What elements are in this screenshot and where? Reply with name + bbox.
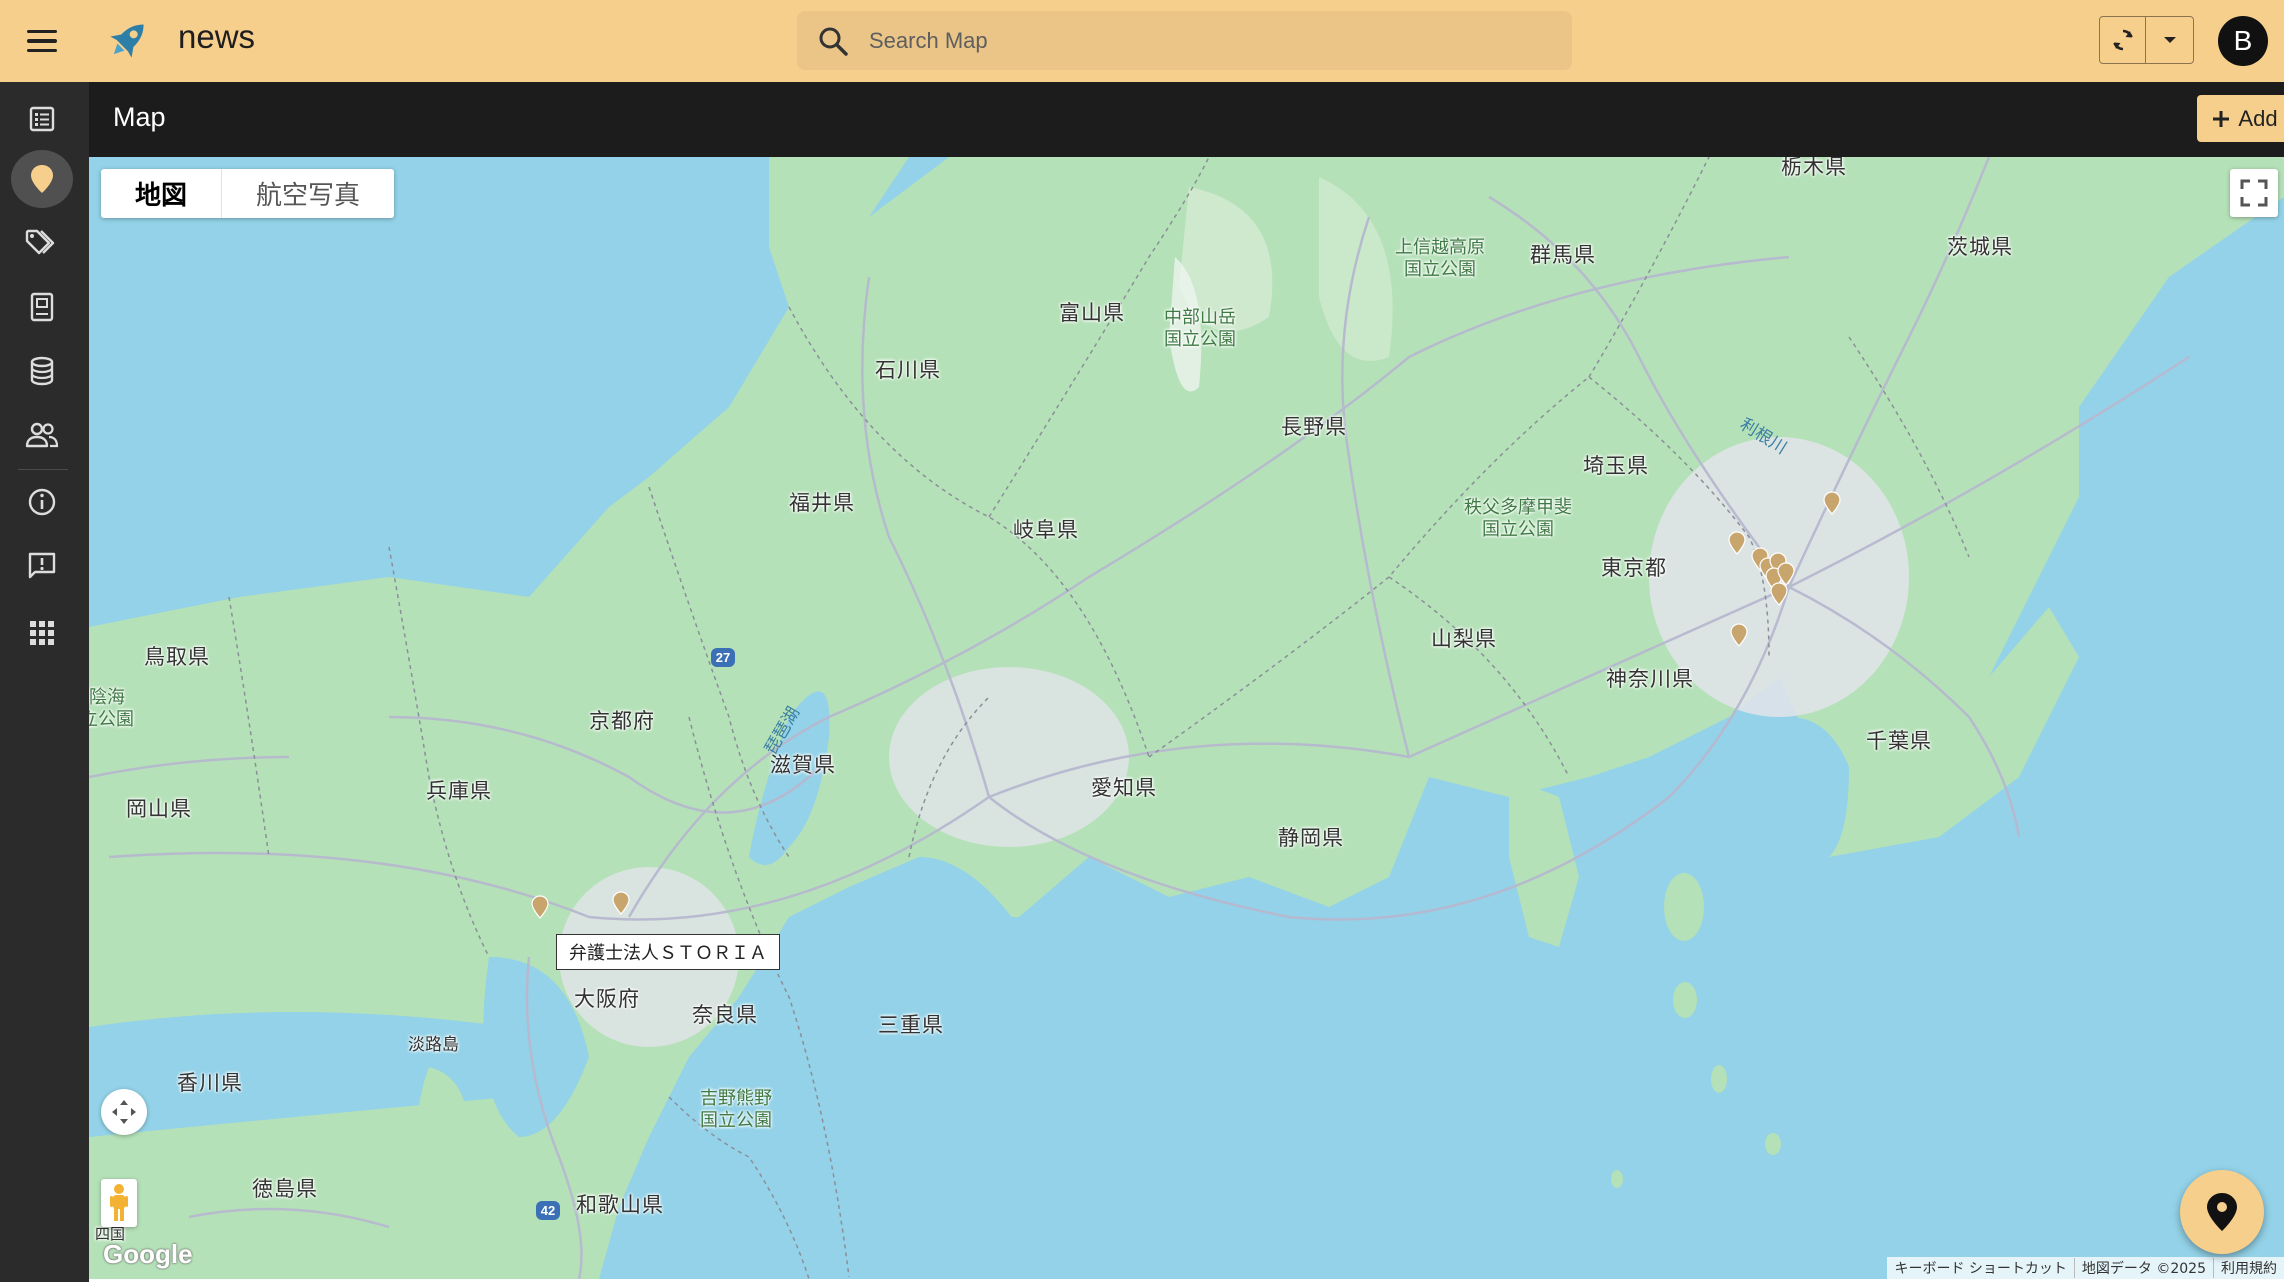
rail-item-info[interactable] xyxy=(10,473,74,531)
map-label: 長野県 xyxy=(1281,415,1347,439)
fullscreen-icon xyxy=(2240,179,2268,207)
map-pin-icon xyxy=(31,165,53,193)
camera-control-button[interactable] xyxy=(101,1089,147,1135)
rail-item-feedback[interactable] xyxy=(10,537,74,595)
menu-icon[interactable] xyxy=(18,18,66,64)
pan-arrows-icon xyxy=(112,1100,136,1124)
map-canvas[interactable]: 栃木県 茨城県 群馬県 上信越高原 国立公園 富山県 中部山岳 国立公園 石川県… xyxy=(89,157,2284,1279)
apps-icon xyxy=(30,621,54,645)
add-button-label: Add xyxy=(2238,105,2278,131)
map-label: 香川県 xyxy=(177,1071,243,1095)
map-label: 岐阜県 xyxy=(1013,518,1079,542)
map-label: 徳島県 xyxy=(252,1177,318,1201)
page-header: Map Add xyxy=(89,82,2284,157)
map-label-park: 山陰海 国立公園 xyxy=(89,687,134,730)
database-icon xyxy=(30,356,54,386)
map-label: 栃木県 xyxy=(1781,157,1847,179)
map-label-park: 上信越高原 国立公園 xyxy=(1395,237,1485,280)
sync-button-group xyxy=(2099,16,2194,64)
sync-button[interactable] xyxy=(2100,17,2146,63)
keyboard-shortcuts-link[interactable]: キーボード ショートカット xyxy=(1887,1258,2073,1278)
map-label: 埼玉県 xyxy=(1583,454,1649,478)
street-view-pegman[interactable] xyxy=(101,1179,137,1227)
map-marker[interactable] xyxy=(1730,623,1748,647)
map-label: 和歌山県 xyxy=(576,1193,664,1217)
users-icon xyxy=(25,422,59,448)
rail-item-users[interactable] xyxy=(10,406,74,464)
side-nav-rail xyxy=(0,82,89,1282)
avatar[interactable]: B xyxy=(2218,16,2268,66)
book-icon xyxy=(30,292,54,322)
google-logo: Google xyxy=(103,1239,193,1269)
add-button[interactable]: Add xyxy=(2197,95,2284,142)
search-input[interactable] xyxy=(869,27,1519,54)
map-label-park: 中部山岳 国立公園 xyxy=(1164,307,1236,350)
route-shield: 27 xyxy=(711,648,735,667)
map-label: 鳥取県 xyxy=(144,645,210,669)
map-label: 岡山県 xyxy=(126,797,192,821)
feedback-icon xyxy=(28,552,56,579)
map-type-control: 地図 航空写真 xyxy=(101,169,395,218)
map-label: 淡路島 xyxy=(408,1035,459,1055)
map-label: 神奈川県 xyxy=(1606,667,1694,691)
map-label: 山梨県 xyxy=(1431,627,1497,651)
tags-icon xyxy=(25,229,55,255)
map-label: 愛知県 xyxy=(1091,776,1157,800)
rail-item-book[interactable] xyxy=(10,278,74,336)
marker-tooltip: 弁護士法人ＳＴＯＲＩＡ xyxy=(556,934,780,970)
map-label: 石川県 xyxy=(875,358,941,382)
map-label: 大阪府 xyxy=(574,987,640,1011)
search-bar[interactable] xyxy=(797,11,1572,70)
info-icon xyxy=(28,488,56,516)
terms-link[interactable]: 利用規約 xyxy=(2213,1258,2284,1278)
rail-item-apps[interactable] xyxy=(10,604,74,662)
rail-item-list[interactable] xyxy=(10,90,74,148)
map-label: 福井県 xyxy=(789,491,855,515)
caret-down-icon xyxy=(2163,37,2176,43)
map-label: 奈良県 xyxy=(692,1003,758,1027)
rail-item-database[interactable] xyxy=(10,342,74,400)
map-label: 富山県 xyxy=(1059,301,1125,325)
add-location-fab[interactable] xyxy=(2180,1170,2264,1254)
map-label: 東京都 xyxy=(1601,556,1667,580)
top-app-bar: news B xyxy=(0,0,2284,82)
map-marker[interactable] xyxy=(612,891,630,915)
app-title: news xyxy=(178,18,256,55)
list-icon xyxy=(29,106,55,132)
map-label: 茨城県 xyxy=(1947,235,2013,259)
map-label-park: 秩父多摩甲斐 国立公園 xyxy=(1464,497,1572,540)
rail-item-tags[interactable] xyxy=(10,214,74,272)
route-shield: 42 xyxy=(536,1201,560,1220)
map-label: 兵庫県 xyxy=(426,779,492,803)
map-label: 静岡県 xyxy=(1278,826,1344,850)
map-marker[interactable] xyxy=(531,895,549,919)
map-type-satellite-button[interactable]: 航空写真 xyxy=(222,169,394,218)
page-title: Map xyxy=(113,102,166,132)
map-label: 千葉県 xyxy=(1866,729,1932,753)
map-marker[interactable] xyxy=(1728,531,1746,555)
sync-dropdown-button[interactable] xyxy=(2146,17,2193,63)
map-label: 群馬県 xyxy=(1530,243,1596,267)
search-icon xyxy=(819,27,848,56)
rocket-logo-icon xyxy=(110,24,144,58)
map-marker[interactable] xyxy=(1823,491,1841,515)
map-marker[interactable] xyxy=(1770,582,1788,606)
map-pin-icon xyxy=(2207,1193,2237,1231)
map-label: 京都府 xyxy=(589,709,655,733)
sync-icon xyxy=(2112,29,2133,51)
rail-divider xyxy=(18,469,68,470)
map-label: 三重県 xyxy=(878,1013,944,1037)
pegman-icon xyxy=(110,1184,128,1221)
plus-icon xyxy=(2213,110,2230,127)
map-attribution: キーボード ショートカット 地図データ ©2025 利用規約 xyxy=(1887,1257,2284,1279)
map-data-attribution: 地図データ ©2025 xyxy=(2073,1258,2213,1278)
fullscreen-button[interactable] xyxy=(2230,169,2278,217)
rail-item-map[interactable] xyxy=(11,150,73,208)
map-type-map-button[interactable]: 地図 xyxy=(101,169,223,218)
map-label: 滋賀県 xyxy=(770,753,836,777)
map-label-park: 吉野熊野 国立公園 xyxy=(700,1088,772,1131)
